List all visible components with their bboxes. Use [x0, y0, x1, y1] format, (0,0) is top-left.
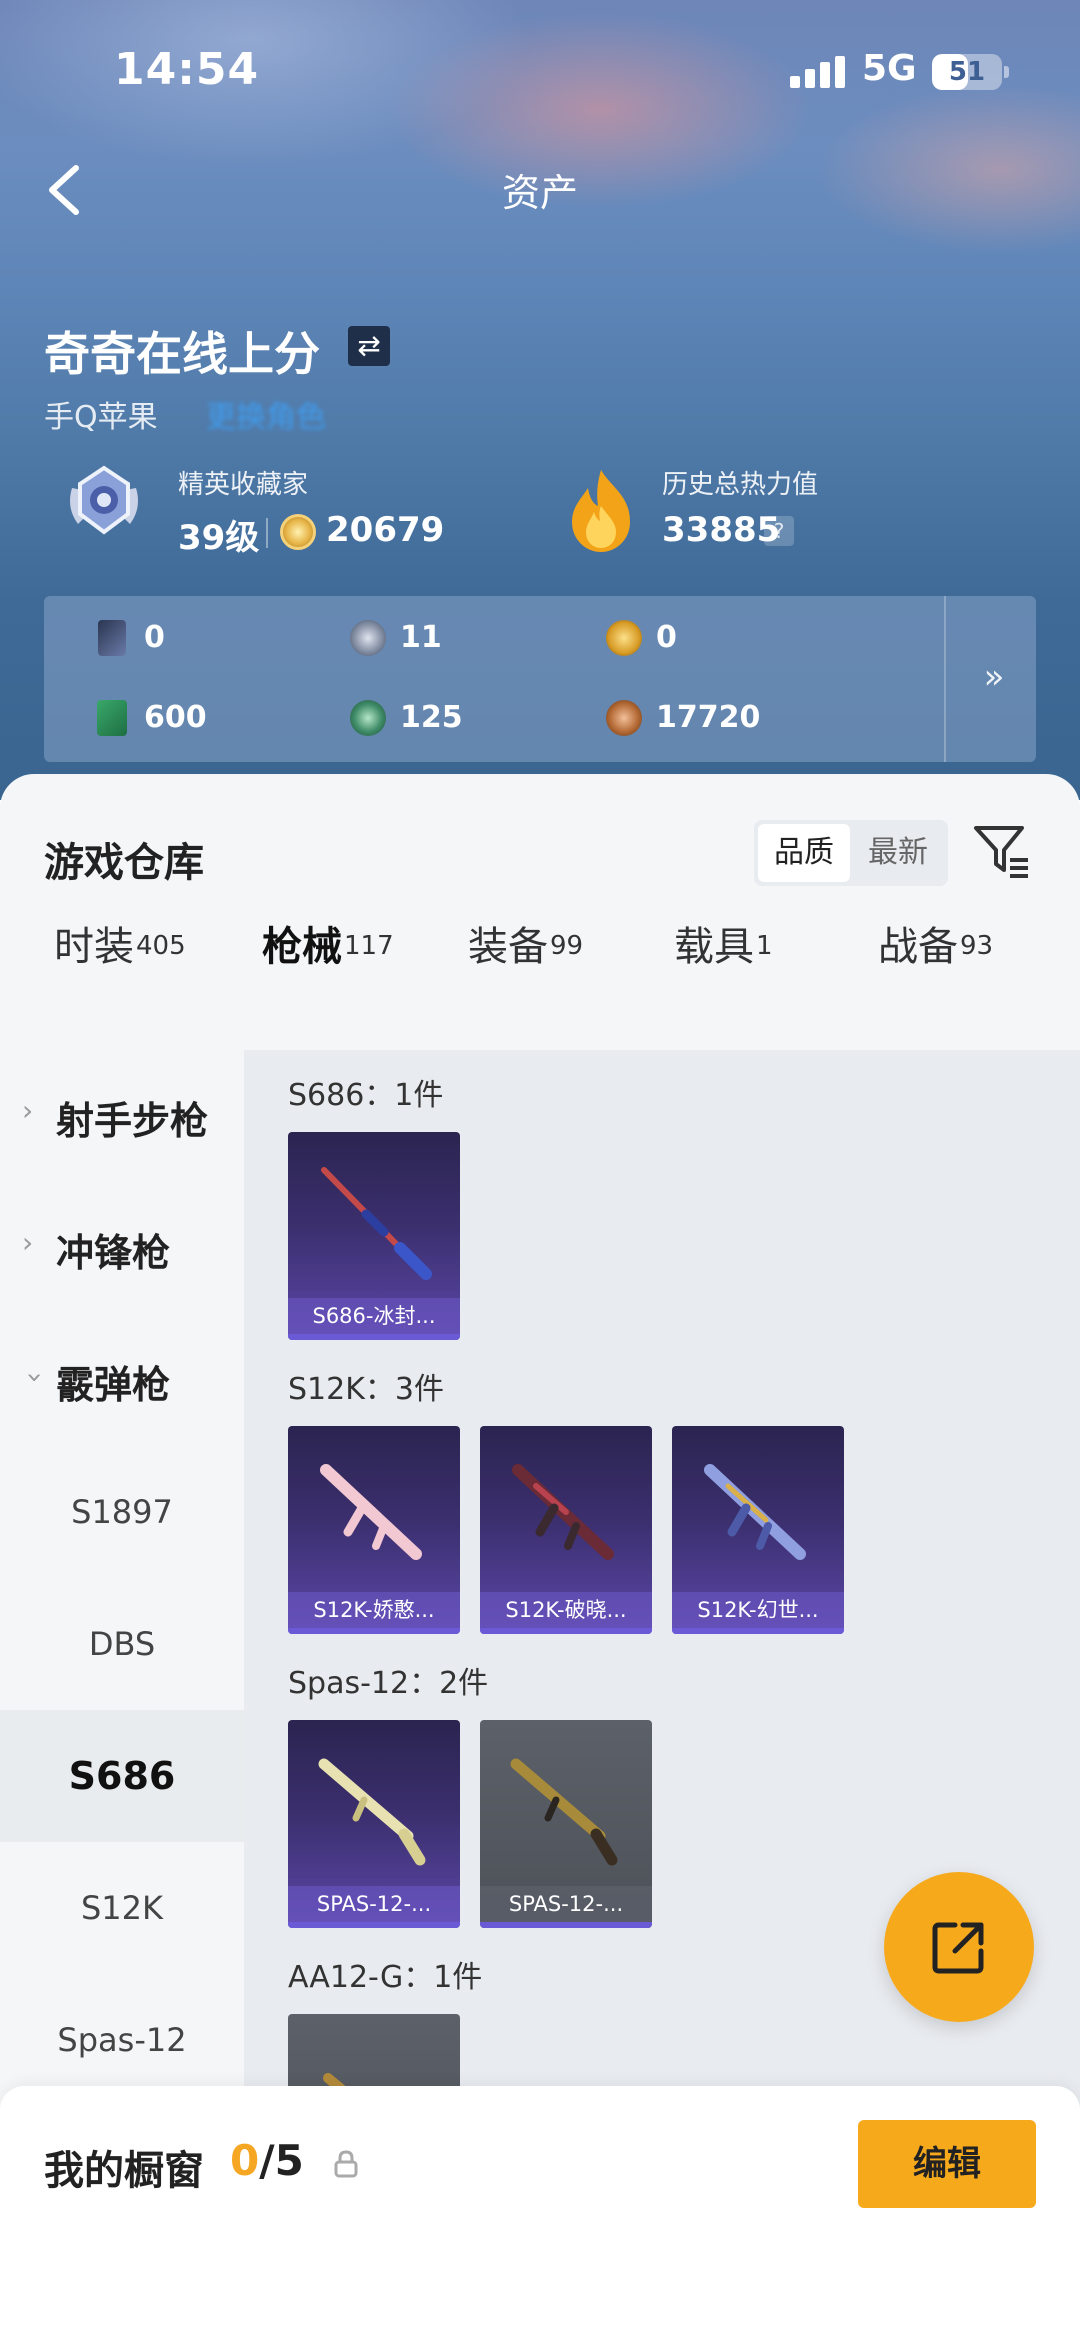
coin-icon — [280, 514, 316, 550]
category-tabs: 时装405 枪械117 装备99 载具1 战备93 — [0, 914, 1080, 1132]
filter-icon[interactable] — [972, 820, 1032, 880]
weapon-name: S12K-破晓... — [480, 1592, 652, 1628]
weapon-card[interactable]: SPAS-12-... — [288, 1720, 460, 1928]
green-ticket-icon — [97, 700, 127, 736]
battery-icon: 51 — [932, 54, 1002, 90]
weapon-card[interactable]: S12K-幻世... — [672, 1426, 844, 1634]
edit-button[interactable]: 编辑 — [858, 2120, 1036, 2208]
platform-label: 手Q苹果 — [44, 400, 158, 435]
showcase-title: 我的橱窗 — [44, 2148, 204, 2194]
lock-icon — [334, 2150, 358, 2178]
switch-role-link[interactable]: 更换角色 — [206, 392, 326, 436]
sort-quality-option[interactable]: 品质 — [758, 824, 850, 882]
chevron-down-icon: › — [19, 1372, 52, 1384]
tab-firearms[interactable]: 枪械117 — [262, 914, 394, 1004]
showcase-count: 0/5 — [230, 2136, 304, 2185]
shotgun-image — [510, 1758, 618, 1866]
sidebar-group-smg[interactable]: › 冲锋枪 — [0, 1182, 244, 1314]
double-chevron-right-icon[interactable]: » — [964, 652, 1024, 702]
sidebar-item-s1897[interactable]: S1897 — [0, 1446, 244, 1578]
group-title-spas12: Spas-12：2件 — [288, 1666, 489, 1701]
chevron-right-icon: › — [22, 1094, 34, 1127]
page-title: 资产 — [501, 171, 578, 215]
weapon-name: SPAS-12-... — [480, 1886, 652, 1922]
tab-supplies[interactable]: 战备93 — [878, 914, 993, 1004]
status-time: 14:54 — [114, 44, 260, 95]
heat-value: 33885 — [662, 510, 781, 550]
chevron-right-icon: › — [22, 1226, 34, 1259]
bronze-token-icon — [606, 700, 642, 736]
weapon-name: S12K-娇憨... — [288, 1592, 460, 1628]
weapon-name: SPAS-12-... — [288, 1886, 460, 1922]
heat-label: 历史总热力值 — [662, 470, 819, 500]
weapon-name: S12K-幻世... — [672, 1592, 844, 1628]
rank-label: 精英收藏家 — [178, 470, 309, 500]
help-icon[interactable]: ? — [764, 516, 794, 546]
tab-vehicles[interactable]: 载具1 — [674, 914, 773, 1004]
battery-level: 51 — [948, 57, 986, 87]
status-bar: 14:54 5G 51 — [0, 0, 1080, 140]
weapon-card[interactable]: S12K-娇憨... — [288, 1426, 460, 1634]
group-title-aa12g: AA12-G：1件 — [288, 1960, 483, 1995]
share-icon — [932, 1922, 984, 1974]
shotgun-image — [318, 1758, 426, 1866]
switch-account-icon[interactable]: ⇄ — [348, 326, 390, 366]
weapon-card[interactable]: SPAS-12-... — [480, 1720, 652, 1928]
tab-equipment[interactable]: 装备99 — [468, 914, 583, 1004]
shotgun-image — [512, 1464, 614, 1560]
sort-newest-option[interactable]: 最新 — [852, 824, 944, 882]
warehouse-title: 游戏仓库 — [44, 840, 204, 886]
signal-icon — [790, 56, 846, 88]
shotgun-image — [704, 1464, 806, 1560]
rank-badge-icon — [70, 465, 138, 535]
sidebar-item-s686[interactable]: S686 — [0, 1710, 244, 1842]
sidebar-group-shotgun[interactable]: › 霰弹枪 — [0, 1314, 244, 1446]
silver-coin-icon — [350, 620, 386, 656]
sort-toggle: 品质 最新 — [754, 820, 948, 886]
shotgun-image — [320, 1464, 422, 1560]
fire-icon — [572, 470, 630, 552]
group-title-s686: S686：1件 — [288, 1078, 444, 1113]
weapon-name: S686-冰封... — [288, 1298, 460, 1334]
sidebar-group-marksman-rifle[interactable]: › 射手步枪 — [0, 1050, 244, 1182]
gold-coin-icon — [606, 620, 642, 656]
group-title-s12k: S12K：3件 — [288, 1372, 444, 1407]
resource-panel: 0 11 0 600 125 17720 » — [44, 596, 1036, 762]
network-type: 5G — [862, 48, 917, 89]
username: 奇奇在线上分 — [44, 327, 320, 381]
shotgun-image — [321, 1167, 432, 1280]
sidebar-item-dbs[interactable]: DBS — [0, 1578, 244, 1710]
tab-fashion[interactable]: 时装405 — [54, 914, 186, 1004]
showcase-bar: 我的橱窗 0/5 编辑 — [0, 2086, 1080, 2337]
sidebar-item-s12k[interactable]: S12K — [0, 1842, 244, 1974]
weapon-card[interactable]: S686-冰封... — [288, 1132, 460, 1340]
coin-value: 20679 — [326, 510, 445, 550]
green-orb-icon — [350, 700, 386, 736]
card-icon — [98, 620, 126, 656]
rank-level: 39级 — [178, 518, 260, 558]
weapon-card[interactable]: S12K-破晓... — [480, 1426, 652, 1634]
share-button[interactable] — [884, 1872, 1034, 2022]
